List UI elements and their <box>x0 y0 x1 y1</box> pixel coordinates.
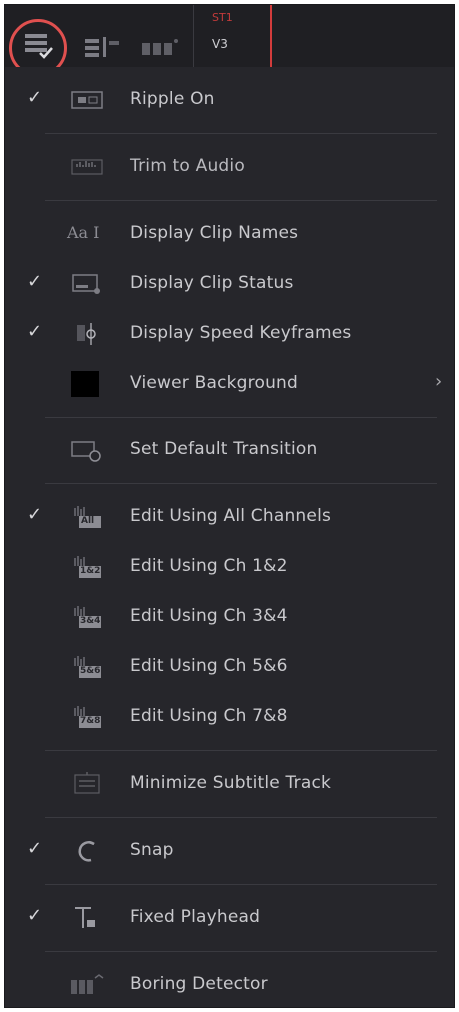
default-transition-icon <box>71 441 101 462</box>
menu-item-label: Set Default Transition <box>130 439 318 459</box>
menu-item-label: Ripple On <box>130 89 215 109</box>
timeline-toolbar: ST1 V3 <box>5 5 454 77</box>
track-header-v3[interactable]: ST1 V3 <box>193 5 272 67</box>
menu-item-label: Minimize Subtitle Track <box>130 773 332 793</box>
trim-audio-icon <box>71 159 103 175</box>
channel-1-2-icon: 1&2 <box>67 554 107 580</box>
check-icon: ✓ <box>27 87 43 108</box>
menu-item-display-speed-keyframes[interactable]: ✓ Display Speed Keyframes <box>5 309 454 359</box>
channel-3-4-icon: 3&4 <box>67 604 107 630</box>
snap-icon <box>78 840 95 862</box>
chevron-right-icon: › <box>435 371 443 392</box>
menu-item-label: Viewer Background <box>130 373 299 393</box>
ripple-icon <box>71 91 103 109</box>
timeline-view-options-icon[interactable] <box>23 31 55 61</box>
menu-item-label: Display Speed Keyframes <box>130 323 352 343</box>
boring-detector-icon <box>71 974 104 994</box>
menu-item-display-clip-names[interactable]: Aa I Display Clip Names <box>5 209 454 259</box>
menu-item-fixed-playhead[interactable]: ✓ Fixed Playhead <box>5 893 454 943</box>
menu-item-minimize-subtitle-track[interactable]: Minimize Subtitle Track <box>5 759 454 809</box>
menu-separator <box>45 750 437 751</box>
clip-status-icon <box>72 274 100 294</box>
menu-item-edit-ch-3-4[interactable]: 3&4 Edit Using Ch 3&4 <box>5 592 454 642</box>
check-icon: ✓ <box>27 838 43 859</box>
menu-item-ripple-on[interactable]: ✓ Ripple On <box>5 75 454 125</box>
menu-separator <box>45 817 437 818</box>
speed-keyframes-icon <box>77 323 96 345</box>
menu-item-trim-to-audio[interactable]: Trim to Audio <box>5 142 454 192</box>
menu-item-viewer-background[interactable]: Viewer Background › <box>5 359 454 409</box>
clip-thumbnail-icon[interactable] <box>140 37 180 59</box>
clip-names-icon: Aa I <box>67 223 100 242</box>
channel-5-6-icon: 5&6 <box>67 654 107 680</box>
check-icon: ✓ <box>27 321 43 342</box>
view-options-menu: ✓ Ripple On Trim to Audio Aa I Display C… <box>5 67 454 1007</box>
menu-separator <box>45 884 437 885</box>
menu-item-label: Snap <box>130 840 174 860</box>
fixed-playhead-icon <box>75 907 95 928</box>
menu-separator <box>45 417 437 418</box>
track-name: V3 <box>212 37 228 51</box>
menu-item-display-clip-status[interactable]: ✓ Display Clip Status <box>5 259 454 309</box>
menu-item-edit-all-channels[interactable]: ✓ All Edit Using All Channels <box>5 492 454 542</box>
channel-7-8-icon: 7&8 <box>67 704 107 730</box>
menu-item-edit-ch-5-6[interactable]: 5&6 Edit Using Ch 5&6 <box>5 642 454 692</box>
menu-item-label: Trim to Audio <box>130 156 245 176</box>
all-channels-icon: All <box>67 504 107 530</box>
track-height-icon[interactable] <box>83 35 123 59</box>
timeline-panel: ST1 V3 ✓ Ripple On Trim to Audio Aa I Di… <box>4 4 455 1008</box>
check-icon: ✓ <box>27 905 43 926</box>
menu-separator <box>45 133 437 134</box>
menu-item-boring-detector[interactable]: Boring Detector <box>5 960 454 1007</box>
menu-item-label: Edit Using Ch 1&2 <box>130 556 288 576</box>
menu-item-set-default-transition[interactable]: Set Default Transition <box>5 425 454 475</box>
check-icon: ✓ <box>27 504 43 525</box>
menu-item-snap[interactable]: ✓ Snap <box>5 826 454 876</box>
menu-item-label: Fixed Playhead <box>130 907 261 927</box>
track-code: ST1 <box>212 11 233 24</box>
menu-item-label: Display Clip Status <box>130 273 294 293</box>
menu-item-edit-ch-7-8[interactable]: 7&8 Edit Using Ch 7&8 <box>5 692 454 742</box>
menu-item-label: Edit Using All Channels <box>130 506 332 526</box>
menu-item-edit-ch-1-2[interactable]: 1&2 Edit Using Ch 1&2 <box>5 542 454 592</box>
menu-separator <box>45 200 437 201</box>
menu-separator <box>45 483 437 484</box>
menu-item-label: Boring Detector <box>130 974 268 994</box>
playhead-line <box>270 5 272 67</box>
subtitle-track-icon <box>74 772 100 794</box>
menu-item-label: Edit Using Ch 3&4 <box>130 606 288 626</box>
menu-item-label: Edit Using Ch 5&6 <box>130 656 288 676</box>
menu-item-label: Edit Using Ch 7&8 <box>130 706 288 726</box>
check-icon: ✓ <box>27 271 43 292</box>
menu-item-label: Display Clip Names <box>130 223 299 243</box>
menu-separator <box>45 951 437 952</box>
viewer-background-swatch <box>71 371 99 397</box>
